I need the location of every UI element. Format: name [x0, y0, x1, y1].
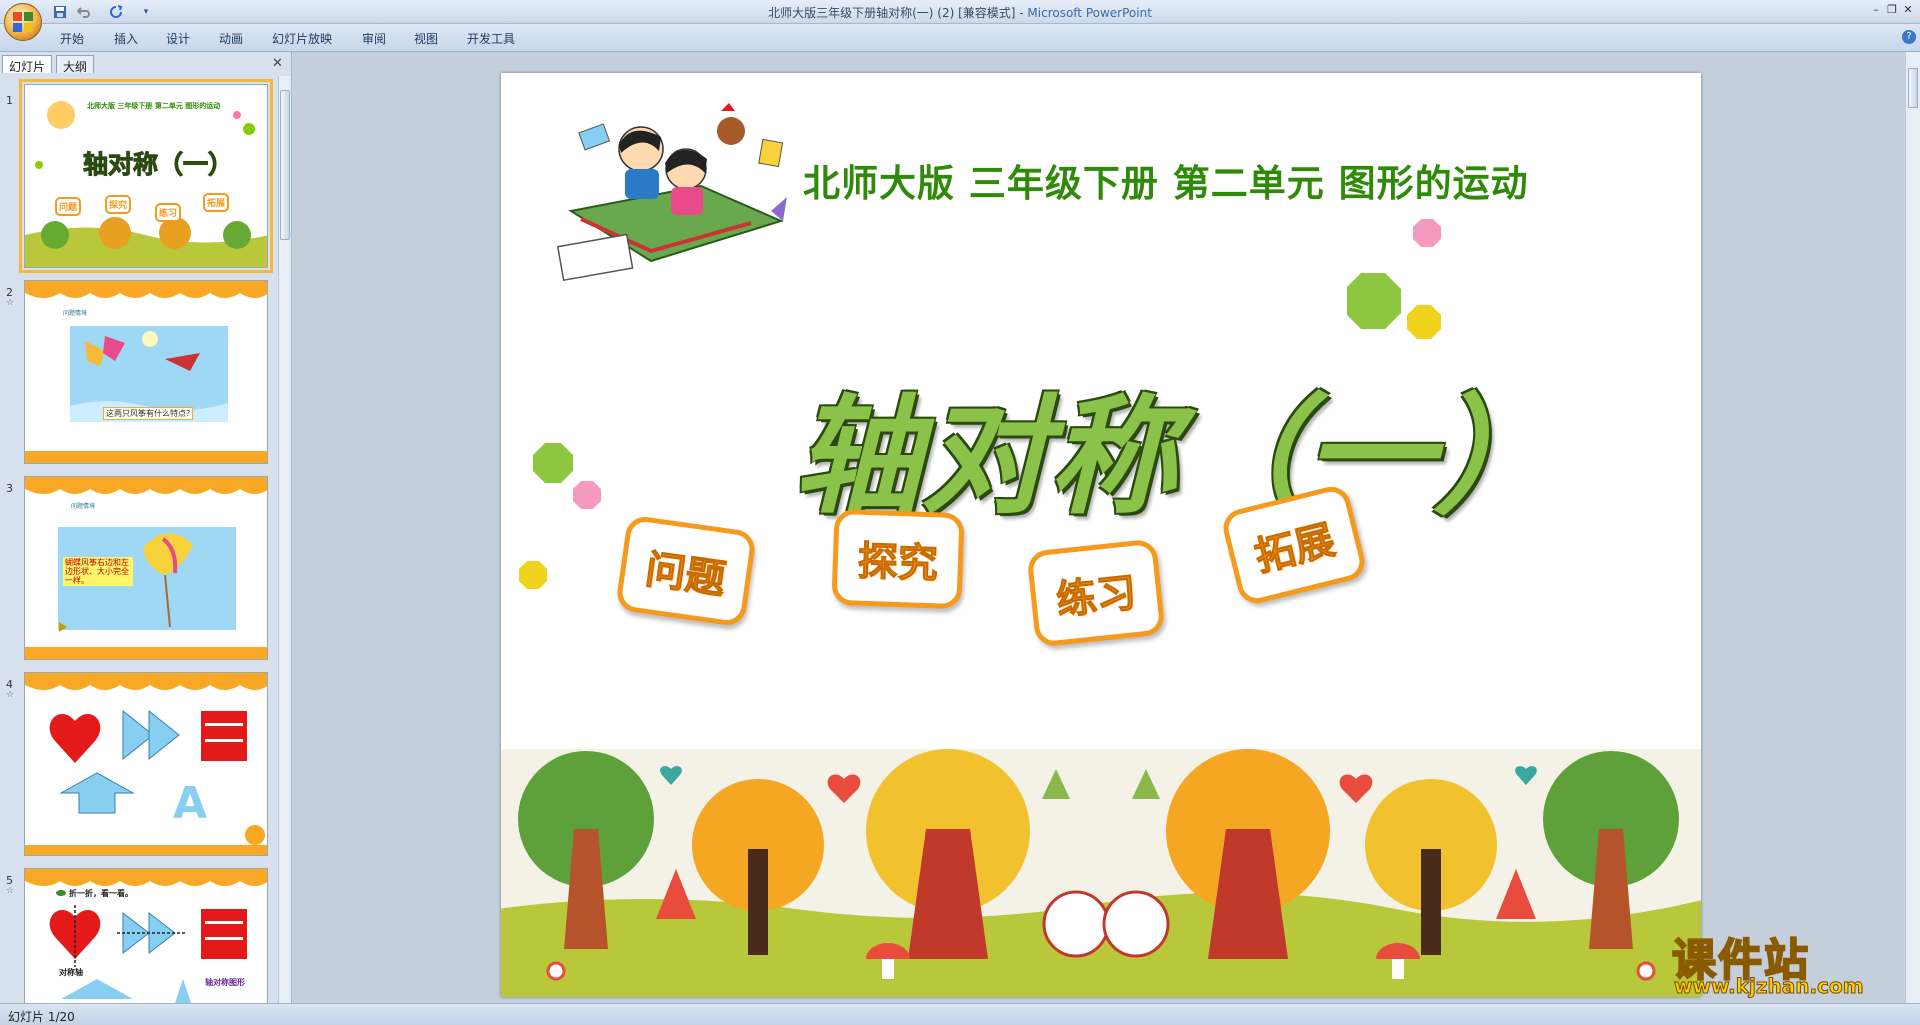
document-title: 北师大版三年级下册轴对称(一) (2) [兼容模式] [768, 6, 1016, 20]
site-watermark: 课件站 www.kjzhan.com [1671, 924, 1865, 999]
slide-thumbnail-2[interactable]: 问题情境 这两只风筝有什么特点? [24, 280, 268, 464]
decorative-octagons-left [519, 443, 601, 589]
minimize-icon[interactable]: – [1868, 2, 1884, 16]
tab-insert[interactable]: 插入 [114, 30, 138, 47]
thumbnail-number: 1 [6, 94, 13, 107]
tab-slideshow[interactable]: 幻灯片放映 [272, 30, 332, 47]
tab-developer[interactable]: 开发工具 [467, 30, 515, 47]
thumbnail-5-figure-label: 轴对称图形 [205, 978, 245, 987]
badge-practice[interactable]: 练习 [1026, 538, 1166, 648]
tab-design[interactable]: 设计 [166, 30, 190, 47]
slide-subtitle: 北师大版 三年级下册 第二单元 图形的运动 [803, 162, 1529, 205]
thumbnail-3-heading: 问题情境 [71, 503, 96, 510]
watermark-url: www.kjzhan.com [1674, 974, 1865, 999]
slide-thumbnail-3[interactable]: 问题情境 蝴蝶风筝右边和左边形状、大小完全一样。 [24, 476, 268, 660]
thumbnail-1-badge-2: 探究 [105, 195, 132, 214]
slide-scroll-thumb[interactable] [1908, 68, 1918, 108]
status-bar: 幻灯片 1/20 [0, 1003, 1920, 1025]
thumbnail-2-preview [25, 281, 267, 463]
app-name: Microsoft PowerPoint [1027, 6, 1152, 20]
badge-explore-label: 探究 [857, 538, 940, 588]
thumbnail-list: 1 北师大版 三年级下册 第二单元 图形的运动 轴对称（一） 问题 探究 练习 … [0, 76, 276, 1003]
panel-scroll-thumb[interactable] [280, 90, 290, 240]
slide-scrollbar[interactable] [1905, 52, 1920, 1003]
thumbnail-3-preview [25, 477, 267, 659]
panel-scrollbar[interactable] [278, 76, 291, 1003]
animation-star-icon: ☆ [6, 886, 15, 896]
thumbnail-2-heading: 问题情境 [63, 310, 88, 317]
slide-title: 轴对称（一） [793, 382, 1562, 532]
thumbnail-5-axis-label: 对称轴 [59, 968, 83, 977]
tab-home[interactable]: 开始 [60, 30, 84, 47]
help-icon[interactable]: ? [1902, 30, 1916, 44]
thumbnail-1-badge-1: 问题 [55, 197, 82, 216]
title-bar: ▾ 北师大版三年级下册轴对称(一) (2) [兼容模式] - Microsoft… [0, 0, 1920, 41]
office-button[interactable] [4, 3, 42, 41]
thumbnail-1-badge-3: 练习 [155, 203, 182, 222]
thumbnail-1-subtitle: 北师大版 三年级下册 第二单元 图形的运动 [87, 102, 221, 110]
thumbnail-number: 3 [6, 482, 13, 495]
restore-icon[interactable]: ❐ [1884, 2, 1900, 16]
badge-practice-label: 练习 [1054, 569, 1139, 625]
forest-border-illustration [501, 749, 1701, 997]
thumbnail-1-title: 轴对称（一） [82, 150, 234, 180]
office-logo-icon [13, 12, 33, 32]
title-separator: - [1015, 6, 1028, 20]
slide-counter: 幻灯片 1/20 [8, 1010, 75, 1024]
panel-close-icon[interactable]: ✕ [272, 56, 283, 71]
thumbnail-3-caption: 蝴蝶风筝右边和左边形状、大小完全一样。 [63, 557, 133, 586]
thumbnail-2-caption: 这两只风筝有什么特点? [103, 407, 194, 420]
slide-thumbnail-5[interactable]: 折一折，看一看。 对称轴 轴对称图形 [24, 868, 268, 1003]
window-title: 北师大版三年级下册轴对称(一) (2) [兼容模式] - Microsoft P… [0, 4, 1920, 21]
slide-thumbnail-1[interactable]: 北师大版 三年级下册 第二单元 图形的运动 轴对称（一） 问题 探究 练习 拓展 [19, 79, 273, 273]
thumbnail-5-heading: 折一折，看一看。 [69, 889, 133, 898]
badge-question-label: 问题 [642, 546, 729, 604]
tab-view[interactable]: 视图 [414, 30, 438, 47]
thumbnail-4-preview: A [25, 673, 267, 855]
tab-animation[interactable]: 动画 [219, 30, 243, 47]
tab-outline[interactable]: 大纲 [56, 55, 95, 74]
badge-question[interactable]: 问题 [614, 514, 758, 628]
thumbnail-1-badge-4: 拓展 [203, 193, 230, 212]
ribbon-tabs: 开始 插入 设计 动画 幻灯片放映 审阅 视图 开发工具 ? [0, 24, 1920, 52]
badge-extend-label: 拓展 [1250, 516, 1340, 581]
tab-slides[interactable]: 幻灯片 [2, 55, 53, 74]
slide-editing-area: 北师大版 三年级下册 第二单元 图形的运动 轴对称（一） 问题 探究 练习 拓展 [293, 52, 1904, 1003]
decorative-octagons-right [1347, 219, 1441, 339]
slides-panel: 幻灯片 大纲 ✕ 1 北师大版 三年级下册 第二单元 图形的运动 轴对称（一） … [0, 52, 292, 1003]
close-icon[interactable]: ✕ [1900, 2, 1916, 16]
tab-review[interactable]: 审阅 [362, 30, 386, 47]
badge-explore[interactable]: 探究 [831, 508, 965, 610]
slide-canvas[interactable]: 北师大版 三年级下册 第二单元 图形的运动 轴对称（一） 问题 探究 练习 拓展 [501, 73, 1701, 997]
svg-text:A: A [173, 778, 207, 829]
slide-thumbnail-4[interactable]: A [24, 672, 268, 856]
animation-star-icon: ☆ [6, 298, 15, 308]
children-reading-illustration [556, 103, 787, 282]
animation-star-icon: ☆ [6, 690, 15, 700]
